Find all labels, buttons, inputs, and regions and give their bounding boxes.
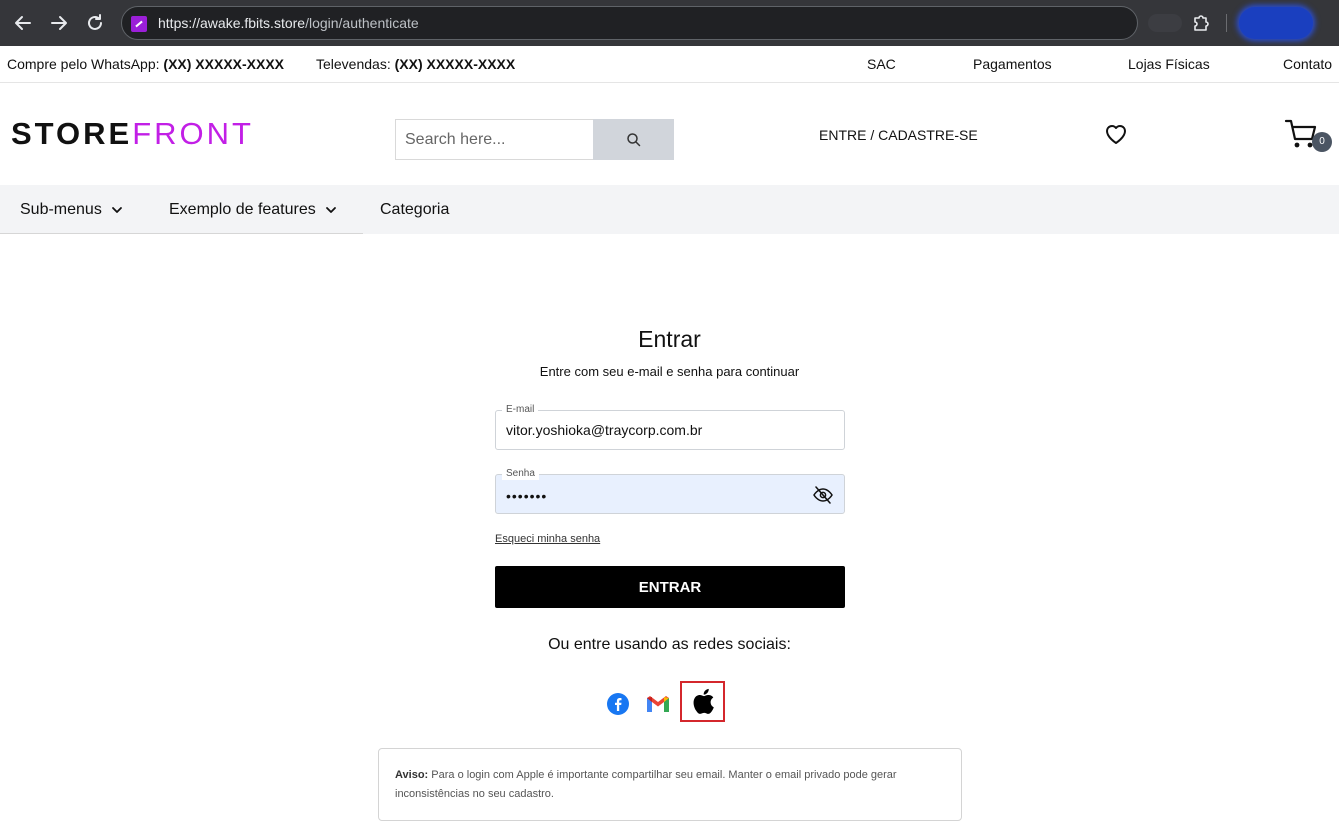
televendas-info[interactable]: Televendas: (XX) XXXXX-XXXX: [316, 56, 515, 72]
top-info-bar: Compre pelo WhatsApp: (XX) XXXXX-XXXX Te…: [0, 46, 1339, 83]
browser-edge: [1331, 0, 1339, 46]
category-menu: Sub-menus Exemplo de features Categoria: [0, 185, 1339, 234]
notice-label: Aviso:: [395, 769, 429, 781]
search-input[interactable]: [395, 119, 594, 160]
forward-icon[interactable]: [47, 11, 71, 35]
site-favicon: [131, 16, 147, 32]
gmail-icon[interactable]: [646, 695, 670, 713]
menu-item-label: Exemplo de features: [169, 201, 316, 218]
menu-item-sub-menus[interactable]: Sub-menus: [20, 201, 123, 219]
televendas-number: (XX) XXXXX-XXXX: [394, 56, 516, 72]
link-lojas-fisicas[interactable]: Lojas Físicas: [1128, 56, 1210, 72]
menu-divider: [0, 233, 363, 234]
link-sac[interactable]: SAC: [867, 56, 896, 72]
whatsapp-info[interactable]: Compre pelo WhatsApp: (XX) XXXXX-XXXX: [7, 56, 284, 72]
url-host: https://awake.fbits.store: [158, 15, 306, 31]
browser-toolbar: https://awake.fbits.store/login/authenti…: [0, 0, 1339, 46]
search-icon: [626, 132, 640, 146]
toolbar-separator: [1226, 14, 1227, 32]
password-field[interactable]: Senha •••••••: [495, 468, 845, 514]
password-input[interactable]: •••••••: [506, 488, 547, 504]
facebook-icon[interactable]: [607, 693, 629, 715]
page-subtitle: Entre com seu e-mail e senha para contin…: [539, 364, 800, 379]
email-input[interactable]: [506, 422, 806, 438]
login-register-link[interactable]: ENTRE / CADASTRE-SE: [819, 127, 978, 143]
url-text: https://awake.fbits.store/login/authenti…: [158, 15, 419, 31]
link-pagamentos[interactable]: Pagamentos: [973, 56, 1052, 72]
heart-icon[interactable]: [1103, 121, 1129, 147]
chevron-down-icon: [111, 207, 122, 213]
menu-item-exemplo-de-features[interactable]: Exemplo de features: [169, 201, 337, 219]
email-field[interactable]: E-mail: [495, 404, 845, 450]
logo-part-store: STORE: [11, 116, 133, 151]
whatsapp-number: (XX) XXXXX-XXXX: [163, 56, 285, 72]
logo-part-front: FRONT: [132, 116, 254, 151]
notice-text: Para o login com Apple é importante comp…: [395, 769, 897, 800]
url-path: /login/authenticate: [305, 15, 419, 31]
back-icon[interactable]: [11, 11, 35, 35]
email-label: E-mail: [502, 404, 539, 416]
apple-login-button[interactable]: [680, 681, 725, 722]
submit-button[interactable]: ENTRAR: [495, 566, 845, 608]
cart-count-badge: 0: [1312, 132, 1332, 152]
eye-off-icon[interactable]: [813, 486, 833, 504]
whatsapp-label: Compre pelo WhatsApp:: [7, 56, 160, 72]
page-title: Entrar: [638, 326, 701, 352]
password-label: Senha: [502, 468, 539, 480]
store-logo[interactable]: STOREFRONT: [11, 118, 254, 150]
reload-icon[interactable]: [83, 11, 107, 35]
forgot-password-link[interactable]: Esqueci minha senha: [495, 533, 600, 545]
address-bar[interactable]: https://awake.fbits.store/login/authenti…: [121, 6, 1138, 40]
menu-item-categoria[interactable]: Categoria: [380, 201, 449, 219]
apple-icon: [693, 688, 714, 714]
menu-item-label: Categoria: [380, 201, 450, 218]
social-login-heading: Ou entre usando as redes sociais:: [548, 636, 791, 653]
menu-item-label: Sub-menus: [20, 201, 102, 218]
apple-login-notice: Aviso: Para o login com Apple é importan…: [378, 748, 962, 821]
search-button[interactable]: [593, 119, 674, 160]
profile-chip[interactable]: [1239, 7, 1313, 39]
chevron-down-icon: [325, 207, 336, 213]
televendas-label: Televendas:: [316, 56, 391, 72]
link-contato[interactable]: Contato: [1283, 56, 1332, 72]
extension-slot[interactable]: [1148, 14, 1182, 32]
extensions-icon[interactable]: [1190, 12, 1212, 34]
